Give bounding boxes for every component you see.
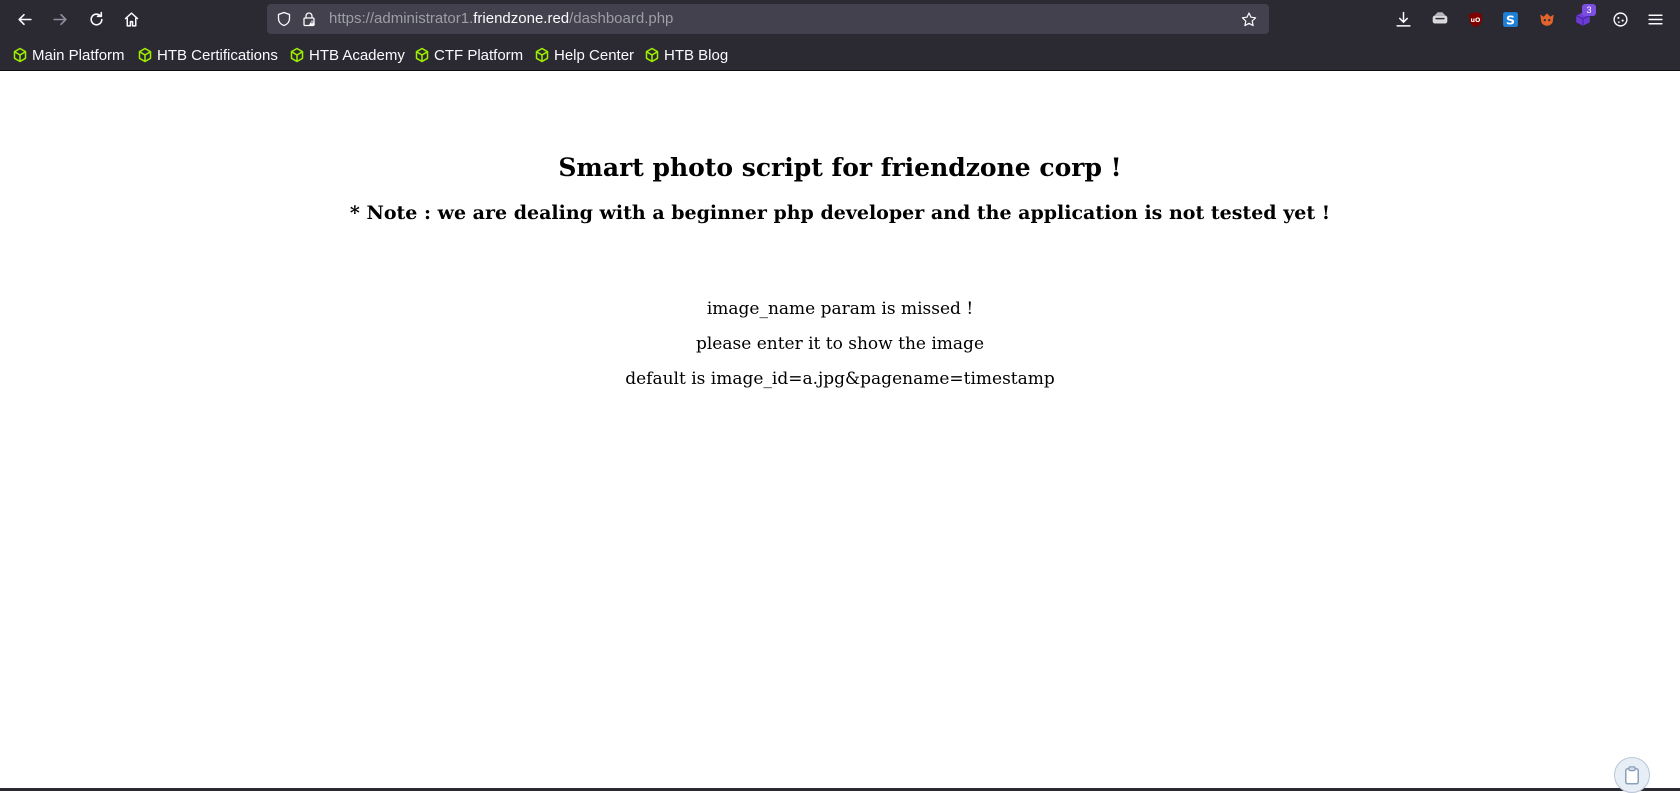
url-path: /dashboard.php <box>569 10 674 27</box>
reload-button[interactable] <box>82 5 110 33</box>
bookmark-label: HTB Certifications <box>157 46 278 64</box>
reload-icon <box>89 11 103 26</box>
extension-s-icon[interactable]: S <box>1500 9 1520 29</box>
bookmark-label: CTF Platform <box>434 46 524 64</box>
back-arrow-icon <box>17 13 32 25</box>
url-text[interactable]: https://administrator1.friendzone.red/da… <box>329 11 673 27</box>
bookmark-label: Help Center <box>554 46 635 64</box>
address-bar[interactable]: https://administrator1.friendzone.red/da… <box>267 4 1269 34</box>
message-line: image_name param is missed ! <box>706 299 974 319</box>
bookmark-htb-academy[interactable]: HTB Academy <box>289 44 405 66</box>
svg-text:uO: uO <box>1470 16 1481 24</box>
htb-cube-icon <box>415 47 429 63</box>
forward-arrow-icon <box>52 13 67 25</box>
ublock-origin-icon[interactable]: uO <box>1465 9 1485 29</box>
hamburger-menu-icon[interactable] <box>1645 9 1665 29</box>
home-button[interactable] <box>117 5 145 33</box>
extension-burp-icon[interactable] <box>1430 9 1450 29</box>
htb-cube-icon <box>13 47 27 63</box>
message-line: default is image_id=a.jpg&pagename=times… <box>625 369 1055 389</box>
htb-cube-icon <box>290 47 304 63</box>
bookmarks-toolbar: Main Platform HTB Certifications HTB Aca… <box>0 38 1680 71</box>
insecure-lock-icon[interactable] <box>301 11 317 27</box>
bookmark-htb-certifications[interactable]: HTB Certifications <box>137 44 278 66</box>
htb-cube-icon <box>535 47 549 63</box>
page-note: * Note : we are dealing with a beginner … <box>349 202 1331 224</box>
extension-badge: 3 <box>1582 4 1596 16</box>
clipboard-button[interactable] <box>1614 757 1650 793</box>
htb-cube-icon <box>645 47 659 63</box>
tracking-protection-shield-icon[interactable] <box>276 11 292 27</box>
bookmark-star-icon[interactable] <box>1241 11 1257 27</box>
bookmark-label: Main Platform <box>32 46 125 64</box>
url-scheme: https://administrator1. <box>329 10 474 27</box>
bookmark-label: HTB Blog <box>664 46 729 64</box>
downloads-icon[interactable] <box>1393 9 1413 29</box>
bookmark-ctf-platform[interactable]: CTF Platform <box>414 44 523 66</box>
svg-text:S: S <box>1505 13 1514 28</box>
back-button[interactable] <box>10 5 38 33</box>
bookmark-main-platform[interactable]: Main Platform <box>12 44 125 66</box>
message-line: please enter it to show the image <box>695 334 985 354</box>
bookmark-help-center[interactable]: Help Center <box>534 44 634 66</box>
home-icon <box>124 11 138 27</box>
bookmark-htb-blog[interactable]: HTB Blog <box>644 44 728 66</box>
browser-toolbar: https://administrator1.friendzone.red/da… <box>0 0 1680 38</box>
url-host: friendzone.red <box>473 10 570 27</box>
htb-cube-icon <box>138 47 152 63</box>
page-title: Smart photo script for friendzone corp ! <box>558 153 1122 182</box>
page-content: Smart photo script for friendzone corp !… <box>0 71 1680 793</box>
bookmark-label: HTB Academy <box>309 46 405 64</box>
cookie-icon[interactable] <box>1610 9 1630 29</box>
clipboard-icon <box>1625 766 1639 785</box>
forward-button[interactable] <box>46 5 74 33</box>
foxyproxy-icon[interactable] <box>1537 9 1557 29</box>
